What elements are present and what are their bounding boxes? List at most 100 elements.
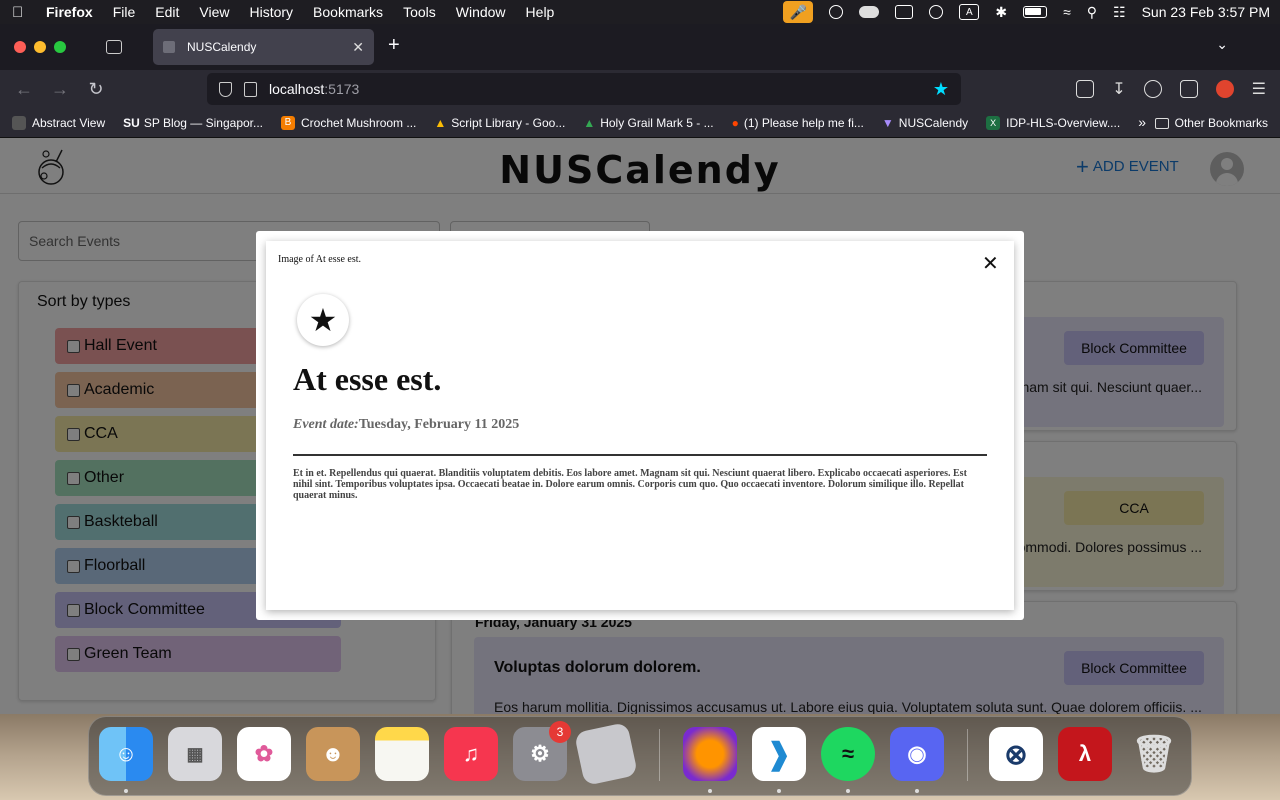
menu-bookmarks[interactable]: Bookmarks	[313, 4, 383, 20]
account-icon[interactable]	[1143, 80, 1162, 98]
bookmark-item[interactable]: SU SP Blog — Singapor...	[123, 116, 263, 130]
running-indicator	[915, 789, 919, 793]
status-circle-icon[interactable]	[829, 5, 844, 19]
dock-separator	[659, 729, 660, 781]
vite-icon: ▼	[881, 115, 894, 130]
bookmark-item[interactable]: X IDP-HLS-Overview....	[986, 115, 1120, 130]
divider	[293, 454, 987, 456]
close-window-button[interactable]	[14, 41, 26, 53]
reload-icon[interactable]: ↻	[78, 79, 114, 100]
notes-icon[interactable]	[375, 727, 429, 781]
bookmark-star-icon[interactable]: ★	[933, 79, 949, 100]
macos-menubar:  Firefox File Edit View History Bookmar…	[0, 0, 1280, 24]
google-drive-icon: ▲	[434, 115, 447, 130]
event-image-alt: Image of At esse est.	[278, 254, 362, 265]
roblox-icon[interactable]	[573, 721, 639, 787]
toolbar-right: ↧ ☰	[1076, 70, 1266, 108]
downloads-icon[interactable]: ↧	[1112, 79, 1125, 99]
web-page: NUSCalendy + ADD EVENT Search Events Sor…	[0, 138, 1280, 714]
pocket-icon[interactable]	[1076, 80, 1095, 98]
shield-icon[interactable]	[219, 81, 232, 97]
running-indicator	[846, 789, 850, 793]
bookmark-item[interactable]: ▲ Holy Grail Mark 5 - ...	[583, 116, 713, 130]
bookmark-item[interactable]: ● (1) Please help me fi...	[732, 116, 864, 130]
macos-dock: ☺ ▦ ✿ ☻ ♫ ⚙ 3 ❱ ≈ ◉ ⊗ λ 🗑	[88, 716, 1192, 796]
music-icon[interactable]: ♫	[444, 727, 498, 781]
zoom-window-button[interactable]	[54, 41, 66, 53]
bookmark-item[interactable]: B Crochet Mushroom ...	[281, 115, 416, 130]
event-date-value: Tuesday, February 11 2025	[358, 417, 520, 432]
trash-icon[interactable]: 🗑	[1127, 727, 1181, 781]
contacts-icon[interactable]: ☻	[306, 727, 360, 781]
menu-history[interactable]: History	[249, 4, 293, 20]
folder-icon	[1154, 117, 1169, 129]
url-bar[interactable]: localhost :5173 ★	[207, 73, 961, 105]
event-description: Et in et. Repellendus qui quaerat. Bland…	[293, 468, 967, 501]
chevron-down-icon[interactable]: ⌄	[1216, 36, 1228, 53]
tab-overview-icon[interactable]	[106, 40, 122, 54]
wifi-icon[interactable]: ≈	[1063, 4, 1071, 20]
discord-icon[interactable]: ◉	[890, 727, 944, 781]
bookmark-favicon-icon	[12, 115, 26, 130]
tab-title: NUSCalendy	[187, 40, 257, 54]
spotlight-search-icon[interactable]: ⚲	[1087, 4, 1097, 21]
event-date: Event date:Tuesday, February 11 2025	[293, 417, 519, 433]
menu-help[interactable]: Help	[526, 4, 555, 20]
spotify-icon[interactable]: ≈	[821, 727, 875, 781]
hamburger-menu-icon[interactable]: ☰	[1252, 79, 1266, 99]
event-detail-modal: Image of At esse est. ✕ ★ At esse est. E…	[266, 241, 1014, 610]
window-icon[interactable]	[895, 5, 914, 19]
tab-nuscalendy[interactable]: NUSCalendy ✕	[153, 29, 374, 65]
running-indicator	[777, 789, 781, 793]
other-bookmarks[interactable]: Other Bookmarks	[1154, 108, 1268, 138]
microphone-icon[interactable]: 🎤	[783, 1, 814, 23]
chevron-double-right-icon[interactable]: »	[1138, 114, 1146, 130]
minimize-window-button[interactable]	[34, 41, 46, 53]
battery-icon[interactable]	[1023, 6, 1048, 18]
vscode-icon[interactable]: ❱	[752, 727, 806, 781]
control-center-icon[interactable]: ☷	[1113, 4, 1126, 21]
running-indicator	[708, 789, 712, 793]
close-tab-icon[interactable]: ✕	[352, 39, 364, 56]
notification-badge: 3	[549, 721, 571, 743]
star-icon: ★	[297, 294, 349, 346]
reddit-icon: ●	[731, 115, 739, 130]
page-info-icon[interactable]	[244, 81, 257, 97]
apple-icon[interactable]: 	[12, 4, 28, 21]
extension-icon[interactable]	[1215, 80, 1234, 98]
url-port: :5173	[324, 81, 360, 97]
window-controls	[14, 41, 66, 53]
new-tab-icon[interactable]: +	[388, 34, 400, 57]
running-indicator	[124, 789, 128, 793]
browser-nav-bar: ← → ↻ localhost :5173 ★ ↧ ☰	[0, 70, 1280, 108]
bookmark-item[interactable]: Abstract View	[12, 115, 105, 130]
dock-separator	[967, 729, 968, 781]
photos-icon[interactable]: ✿	[237, 727, 291, 781]
bookmark-item[interactable]: ▲ Script Library - Goo...	[434, 116, 565, 130]
extensions-icon[interactable]	[1179, 80, 1198, 98]
play-icon[interactable]	[929, 5, 944, 19]
menu-tools[interactable]: Tools	[403, 4, 436, 20]
bookmark-favicon-icon: SU	[123, 115, 140, 130]
event-title: At esse est.	[293, 361, 442, 397]
input-source-icon[interactable]: A	[959, 4, 980, 20]
firefox-icon[interactable]	[683, 727, 737, 781]
menu-app-name[interactable]: Firefox	[46, 4, 93, 20]
menu-file[interactable]: File	[113, 4, 136, 20]
forward-arrow-icon[interactable]: →	[42, 79, 78, 100]
xquartz-icon[interactable]: ⊗	[989, 727, 1043, 781]
acrobat-icon[interactable]: λ	[1058, 727, 1112, 781]
cloud-icon[interactable]	[859, 6, 880, 18]
clock[interactable]: Sun 23 Feb 3:57 PM	[1142, 4, 1270, 20]
back-arrow-icon[interactable]: ←	[6, 79, 42, 100]
bookmark-item[interactable]: ▼ NUSCalendy	[882, 116, 968, 130]
menu-view[interactable]: View	[199, 4, 229, 20]
close-icon[interactable]: ✕	[982, 254, 999, 274]
finder-icon[interactable]: ☺	[99, 727, 153, 781]
menu-window[interactable]: Window	[456, 4, 506, 20]
google-drive-icon: ▲	[583, 115, 596, 130]
bluetooth-icon[interactable]: ✱	[995, 4, 1007, 21]
menu-edit[interactable]: Edit	[155, 4, 179, 20]
launchpad-icon[interactable]: ▦	[168, 727, 222, 781]
browser-tab-bar: NUSCalendy ✕ + ⌄	[0, 24, 1280, 70]
